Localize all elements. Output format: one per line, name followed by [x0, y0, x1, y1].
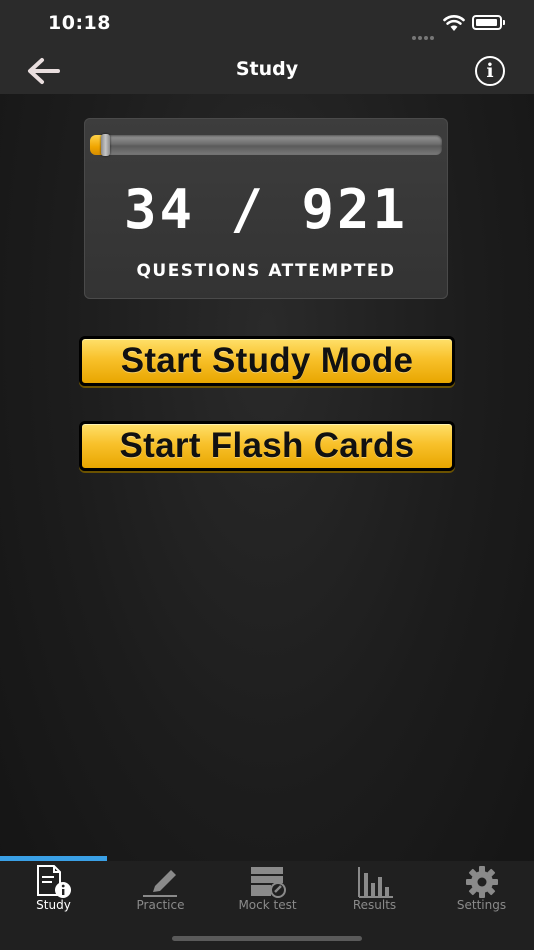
- wifi-icon: [443, 15, 465, 31]
- pencil-icon: [143, 870, 177, 897]
- bar-chart-icon: [358, 867, 393, 898]
- status-time: 10:18: [48, 12, 111, 34]
- status-bar: 10:18: [0, 0, 534, 48]
- tab-mock-test[interactable]: Mock test: [214, 861, 321, 921]
- info-icon[interactable]: i: [475, 56, 505, 86]
- battery-icon: [472, 15, 505, 30]
- gear-icon: [466, 866, 498, 898]
- tab-practice[interactable]: Practice: [107, 861, 214, 921]
- questions-count: 34 / 921: [123, 178, 409, 241]
- tab-label: Settings: [456, 898, 507, 912]
- progress-card: 34 / 921 QUESTIONS ATTEMPTED: [84, 118, 448, 299]
- navigation-bar: Study i: [0, 48, 534, 94]
- tab-study[interactable]: Study: [0, 861, 107, 921]
- cellular-signal-icon: [412, 25, 438, 40]
- start-study-mode-button[interactable]: Start Study Mode: [79, 336, 455, 386]
- start-flash-cards-button[interactable]: Start Flash Cards: [79, 421, 455, 471]
- progress-bar-thumb: [101, 134, 110, 156]
- tab-label: Practice: [136, 898, 185, 912]
- tab-results[interactable]: Results: [321, 861, 428, 921]
- study-document-icon: [37, 865, 71, 898]
- tab-label: Mock test: [238, 898, 297, 912]
- home-indicator: [172, 936, 362, 941]
- page-title: Study: [235, 58, 299, 80]
- progress-bar: [90, 134, 442, 156]
- questions-attempted-label: QUESTIONS ATTEMPTED: [136, 261, 396, 281]
- mock-test-icon: [251, 867, 286, 898]
- tab-settings[interactable]: Settings: [428, 861, 534, 921]
- tab-label: Study: [36, 898, 71, 912]
- tab-label: Results: [352, 898, 397, 912]
